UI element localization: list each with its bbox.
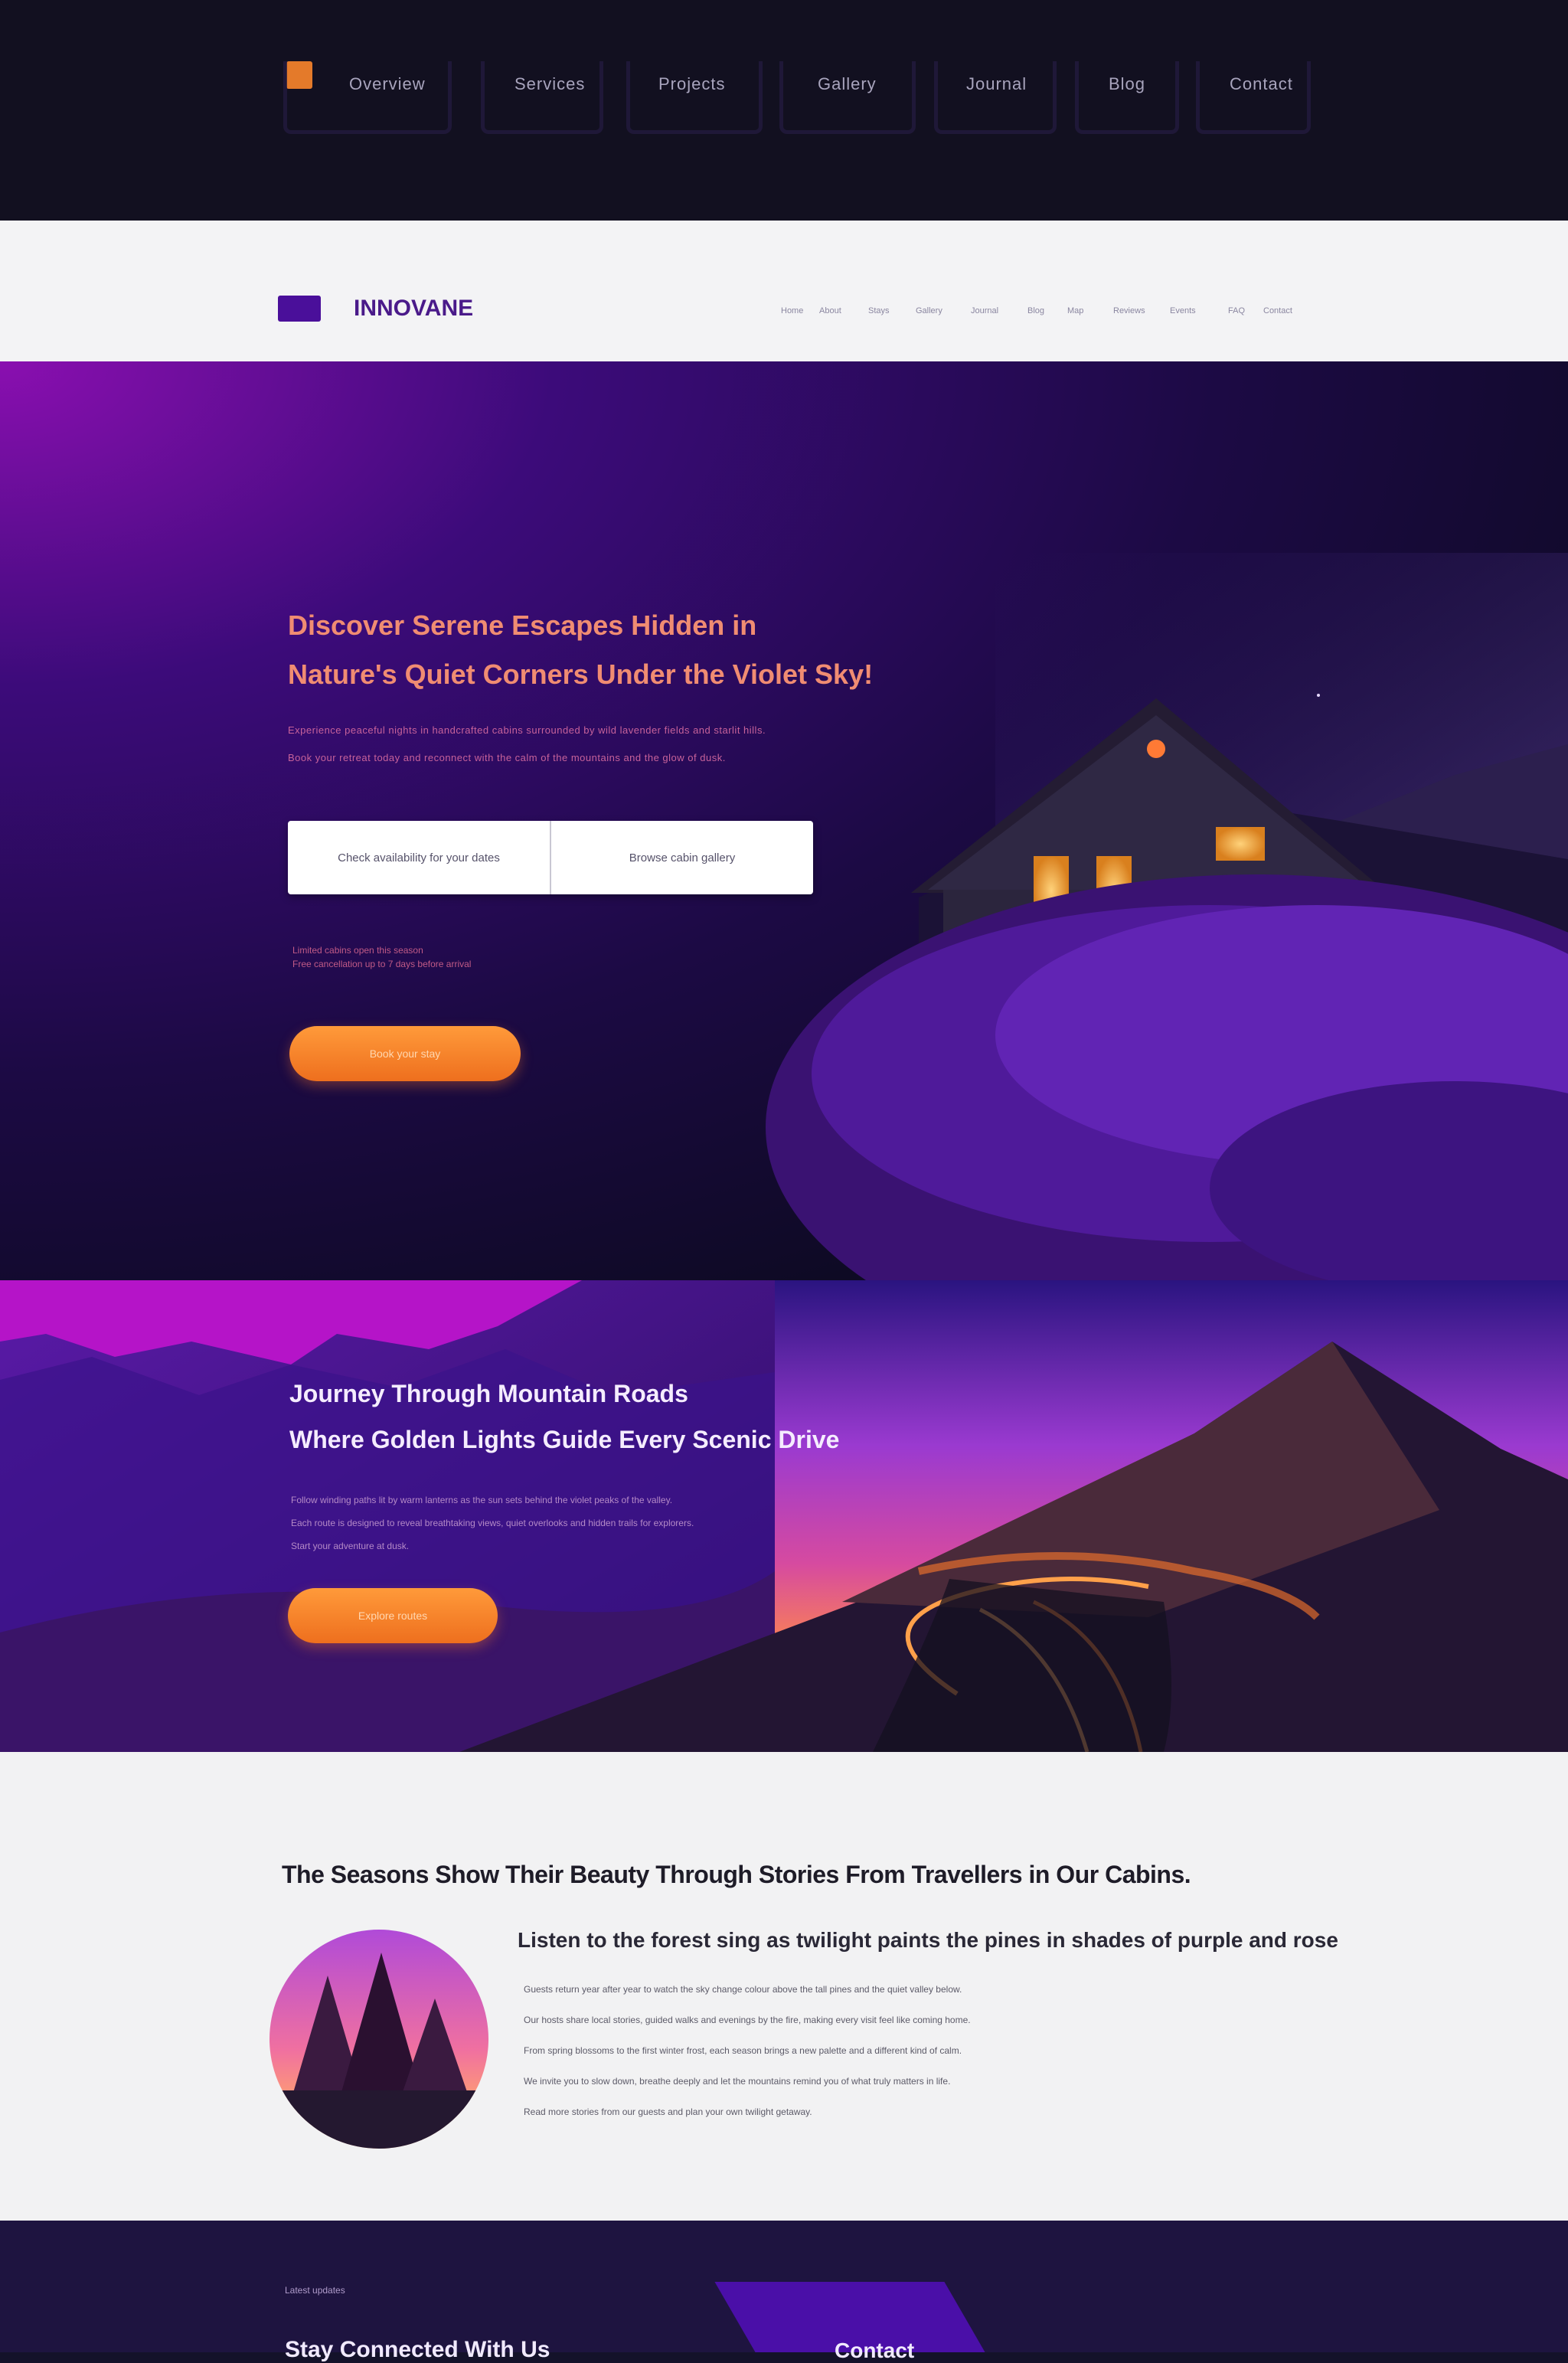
nav-tab-frame: [1196, 61, 1311, 134]
header-nav-link[interactable]: Contact: [1263, 306, 1292, 315]
routes-text-line2: Each route is designed to reveal breatht…: [291, 1518, 694, 1528]
stories-subheading: Listen to the forest sing as twilight pa…: [518, 1928, 1338, 1952]
header-nav-link[interactable]: Reviews: [1113, 306, 1145, 315]
stories-paragraph: Guests return year after year to watch t…: [524, 1974, 1289, 2127]
stories-heading: The Seasons Show Their Beauty Through St…: [282, 1861, 1191, 1888]
paragraph-line: From spring blossoms to the first winter…: [524, 2045, 962, 2056]
paragraph-line: Read more stories from our guests and pl…: [524, 2106, 812, 2117]
routes-title-line2: Where Golden Lights Guide Every Scenic D…: [289, 1426, 840, 1453]
hero-option-group: Check availability for your dates Browse…: [288, 821, 813, 894]
nav-tab-frame: [626, 61, 763, 134]
top-nav-link[interactable]: Gallery: [818, 74, 877, 94]
nav-tab-frame: [481, 61, 603, 134]
paragraph-line: We invite you to slow down, breathe deep…: [524, 2076, 951, 2087]
paragraph-line: Our hosts share local stories, guided wa…: [524, 2015, 971, 2025]
hero-subtitle-line2: Book your retreat today and reconnect wi…: [288, 752, 726, 763]
nav-tab-frame: [934, 61, 1057, 134]
routes-title-line1: Journey Through Mountain Roads: [289, 1380, 688, 1407]
hero-title-line2: Nature's Quiet Corners Under the Violet …: [288, 659, 874, 690]
routes-text-line1: Follow winding paths lit by warm lantern…: [291, 1495, 673, 1505]
header-nav-link[interactable]: Events: [1170, 306, 1196, 315]
footer-label: Latest updates: [285, 2285, 345, 2296]
brand-name[interactable]: INNOVANE: [354, 296, 473, 322]
header-nav-link[interactable]: Stays: [868, 306, 890, 315]
top-nav-link[interactable]: Overview: [349, 74, 426, 94]
nav-tab-frame: [779, 61, 916, 134]
top-nav-link[interactable]: Services: [514, 74, 585, 94]
header-nav-link[interactable]: Blog: [1027, 306, 1044, 315]
footer-heading: Stay Connected With Us: [285, 2337, 550, 2362]
top-nav-link[interactable]: Blog: [1109, 74, 1145, 94]
header-nav-link[interactable]: FAQ: [1228, 306, 1245, 315]
nav-tab-frame: [283, 61, 452, 134]
mountain-road-illustration: [0, 1280, 1568, 1752]
browse-gallery-button[interactable]: Browse cabin gallery: [551, 821, 813, 894]
check-availability-button[interactable]: Check availability for your dates: [288, 821, 550, 894]
header-nav-link[interactable]: Home: [781, 306, 803, 315]
routes-text-line3: Start your adventure at dusk.: [291, 1541, 410, 1551]
routes-section: [0, 1280, 1568, 1752]
top-nav-link[interactable]: Contact: [1230, 74, 1293, 94]
hero-title-line1: Discover Serene Escapes Hidden in: [288, 610, 757, 641]
explore-routes-button[interactable]: Explore routes: [288, 1588, 498, 1643]
paragraph-line: Guests return year after year to watch t…: [524, 1984, 962, 1995]
footer-heading-right[interactable]: Contact: [835, 2338, 914, 2363]
forest-thumbnail-image: [270, 1930, 488, 2149]
nav-tab-frame: [1075, 61, 1179, 134]
top-nav-link[interactable]: Journal: [966, 74, 1027, 94]
site-header: [0, 221, 1568, 361]
hero-subtitle-line1: Experience peaceful nights in handcrafte…: [288, 724, 766, 736]
book-stay-button[interactable]: Book your stay: [289, 1026, 521, 1081]
header-nav-link[interactable]: About: [819, 306, 841, 315]
brand-logo-icon[interactable]: [278, 296, 321, 322]
header-nav-link[interactable]: Journal: [971, 306, 998, 315]
hero-note-line2: Free cancellation up to 7 days before ar…: [292, 959, 472, 969]
header-nav-link[interactable]: Gallery: [916, 306, 942, 315]
hero-note-line1: Limited cabins open this season: [292, 945, 423, 956]
header-nav-link[interactable]: Map: [1067, 306, 1083, 315]
top-nav-link[interactable]: Projects: [658, 74, 725, 94]
